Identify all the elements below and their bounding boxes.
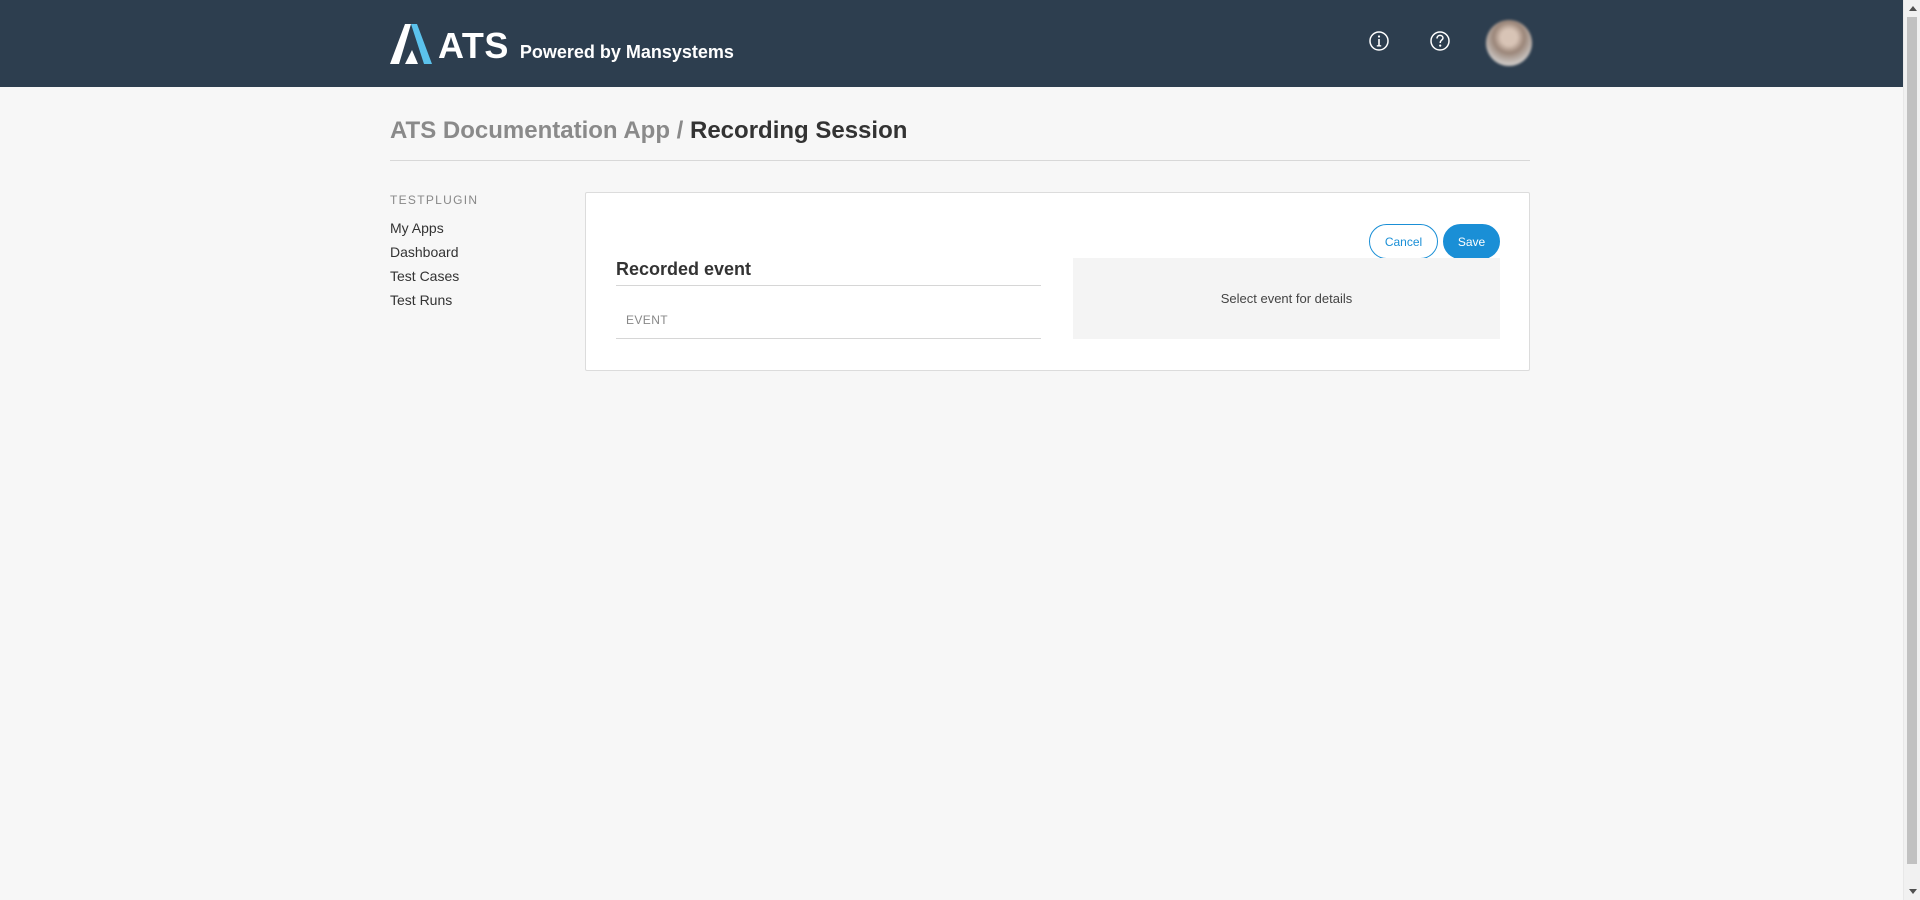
event-column-header: EVENT [626,313,669,327]
breadcrumb-app[interactable]: ATS Documentation App [390,117,670,144]
save-button[interactable]: Save [1443,224,1500,259]
event-details-panel: Select event for details [1073,258,1500,339]
breadcrumb-current-page: Recording Session [690,117,908,144]
brand-logo-link[interactable]: ATS Powered by Mansystems [390,22,734,64]
title-divider [390,160,1530,161]
recorded-event-heading: Recorded event [616,259,752,279]
info-circle-icon[interactable] [1368,30,1390,52]
sidebar-nav: My Apps Dashboard Test Cases Test Runs [390,220,459,316]
breadcrumb-separator: / [676,117,684,144]
ats-logo-icon [390,24,432,64]
user-avatar[interactable] [1486,20,1532,66]
page-title: ATS Documentation App / Recording Sessio… [390,116,907,146]
scrollbar-thumb[interactable] [1907,17,1917,864]
question-circle-icon[interactable] [1429,30,1451,52]
sidebar-heading: TESTPLUGIN [390,193,479,207]
sidebar-item-test-cases[interactable]: Test Cases [390,268,459,292]
vertical-scrollbar[interactable] [1903,0,1920,900]
sidebar-item-test-runs[interactable]: Test Runs [390,292,459,316]
brand-tagline: Powered by Mansystems [519,42,734,62]
scroll-down-arrow-icon[interactable] [1904,883,1920,900]
sidebar-item-dashboard[interactable]: Dashboard [390,244,459,268]
cancel-button[interactable]: Cancel [1369,224,1438,259]
heading-divider [616,285,1041,286]
details-placeholder-text: Select event for details [1220,291,1353,306]
recording-session-card: Cancel Save Recorded event EVENT Select … [585,192,1530,371]
scroll-up-arrow-icon[interactable] [1904,0,1920,17]
top-bar: ATS Powered by Mansystems [0,0,1903,87]
brand-name: ATS [438,25,509,66]
sidebar-item-my-apps[interactable]: My Apps [390,220,459,244]
table-divider [616,338,1041,339]
